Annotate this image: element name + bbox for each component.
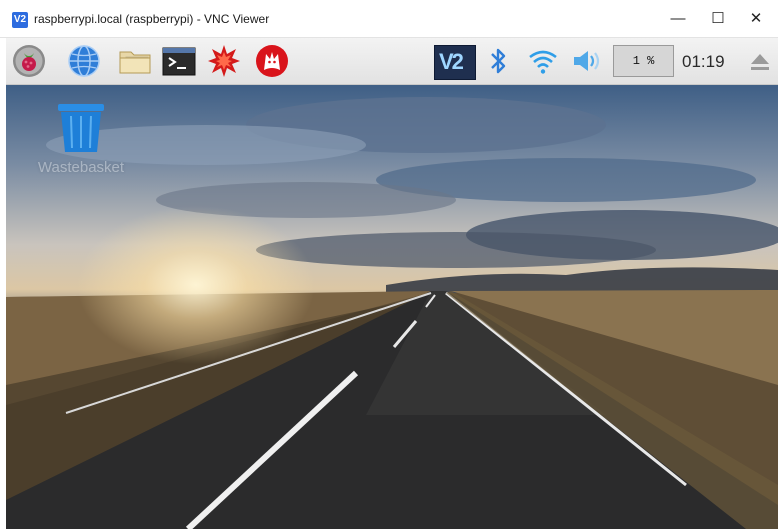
raspberry-menu-button[interactable] [12,44,46,78]
wolfram-icon [256,45,288,77]
pi-taskbar: V2 1 % 01:19 [6,38,778,85]
terminal-button[interactable] [161,44,196,78]
bluetooth-icon [491,48,506,74]
window-title: raspberrypi.local (raspberrypi) - VNC Vi… [34,12,270,26]
wolfram-button[interactable] [255,44,289,78]
bluetooth-button[interactable] [486,44,520,78]
web-browser-button[interactable] [67,44,101,78]
minimize-button[interactable]: — [663,4,693,34]
wifi-icon [529,50,557,74]
eject-button[interactable] [748,44,772,78]
clock-text: 01:19 [682,52,725,71]
volume-icon [574,51,600,71]
wastebasket-desktop-icon[interactable] [56,102,106,154]
desktop[interactable]: Wastebasket [6,85,778,529]
mathematica-button[interactable] [207,44,241,78]
volume-button[interactable] [570,44,604,78]
vnc-tray-icon: V2 [439,49,464,74]
cpu-monitor[interactable]: 1 % [613,45,674,77]
clock[interactable]: 01:19 [682,44,736,78]
vnc-server-tray-button[interactable]: V2 [434,45,476,80]
close-button[interactable]: ✕ [741,4,771,34]
terminal-icon [162,47,196,76]
cpu-usage-text: 1 % [632,54,655,68]
vnc-app-icon: V2 [12,12,28,28]
wifi-button[interactable] [526,44,560,78]
wastebasket-icon [58,104,104,152]
file-manager-button[interactable] [117,44,151,78]
maximize-button[interactable]: ☐ [703,4,733,34]
window-titlebar: V2 raspberrypi.local (raspberrypi) - VNC… [0,0,778,38]
eject-icon [751,54,769,70]
web-browser-icon [68,45,100,77]
wastebasket-label: Wastebasket [37,159,125,176]
raspberry-menu-icon [13,45,45,77]
file-manager-icon [119,51,151,74]
mathematica-icon [208,45,240,77]
sun-glow [76,205,316,365]
